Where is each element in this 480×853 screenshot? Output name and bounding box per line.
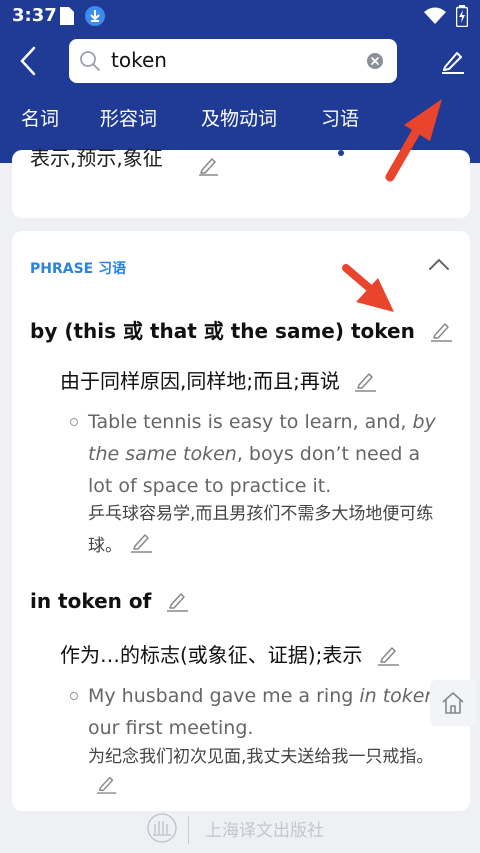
tab-idioms[interactable]: 习语 bbox=[321, 104, 359, 131]
phrase-title: by (this 或 that 或 the same) token bbox=[30, 315, 454, 347]
pencil-icon[interactable] bbox=[430, 318, 454, 347]
home-icon bbox=[442, 692, 464, 714]
example-translation: 为纪念我们初次见面,我丈夫送给我一只戒指。 bbox=[88, 742, 448, 804]
app-bar: token bbox=[0, 32, 480, 90]
annotation-arrow-icon bbox=[385, 99, 442, 182]
back-arrow-icon bbox=[20, 46, 36, 76]
download-icon bbox=[84, 5, 106, 31]
back-button[interactable] bbox=[12, 42, 46, 80]
pencil-icon[interactable] bbox=[130, 529, 154, 563]
example-bullet bbox=[70, 692, 78, 700]
sim-card-icon bbox=[60, 7, 74, 29]
search-query: token bbox=[111, 48, 167, 72]
tab-indicator-dot bbox=[338, 150, 344, 156]
annotation-arrow-icon bbox=[342, 264, 394, 312]
battery-charging-icon bbox=[455, 5, 469, 31]
sense-definition: 由于同样原因,同样地;而且;再说 bbox=[60, 365, 378, 397]
home-button[interactable] bbox=[430, 680, 476, 726]
pencil-icon[interactable] bbox=[198, 154, 220, 180]
example-translation: 乒乓球容易学,而且男孩们不需多大场地便可练球。 bbox=[88, 499, 448, 563]
example-bullet bbox=[70, 418, 78, 426]
clear-icon bbox=[367, 53, 383, 69]
pencil-icon[interactable] bbox=[166, 588, 190, 617]
publisher-name: 上海译文出版社 bbox=[205, 821, 324, 841]
footer-divider bbox=[188, 816, 189, 844]
edit-mode-button[interactable] bbox=[440, 48, 466, 78]
tab-adjective[interactable]: 形容词 bbox=[100, 104, 157, 131]
phrase-card: PHRASE 习语 by (this 或 that 或 the same) to… bbox=[12, 231, 470, 811]
wifi-icon bbox=[424, 7, 446, 29]
pencil-icon[interactable] bbox=[96, 772, 118, 804]
search-input[interactable]: token bbox=[69, 39, 397, 83]
example-sentence: My husband gave me a ring in token our f… bbox=[88, 685, 437, 739]
clear-search-button[interactable] bbox=[367, 53, 383, 73]
pencil-icon[interactable] bbox=[377, 642, 401, 671]
search-icon bbox=[79, 50, 101, 76]
sense-definition: 作为…的标志(或象征、证据);表示 bbox=[60, 639, 401, 671]
collapse-button[interactable] bbox=[428, 256, 450, 275]
status-time: 3:37 bbox=[12, 5, 57, 26]
footer: 上海译文出版社 bbox=[0, 812, 480, 853]
status-bar: 3:37 bbox=[0, 0, 480, 32]
pencil-icon[interactable] bbox=[354, 368, 378, 397]
pencil-icon bbox=[442, 52, 464, 74]
example-sentence: Table tennis is easy to learn, and, by t… bbox=[88, 411, 436, 497]
chevron-up-icon bbox=[429, 258, 449, 270]
clipped-text: 表示,预示,象征 bbox=[30, 146, 163, 170]
tab-transitive-verb[interactable]: 及物动词 bbox=[201, 104, 277, 131]
section-header: PHRASE 习语 bbox=[30, 261, 127, 277]
phrase-title: in token of bbox=[30, 588, 190, 617]
tab-noun[interactable]: 名词 bbox=[21, 104, 59, 131]
publisher-logo-icon bbox=[146, 812, 178, 848]
